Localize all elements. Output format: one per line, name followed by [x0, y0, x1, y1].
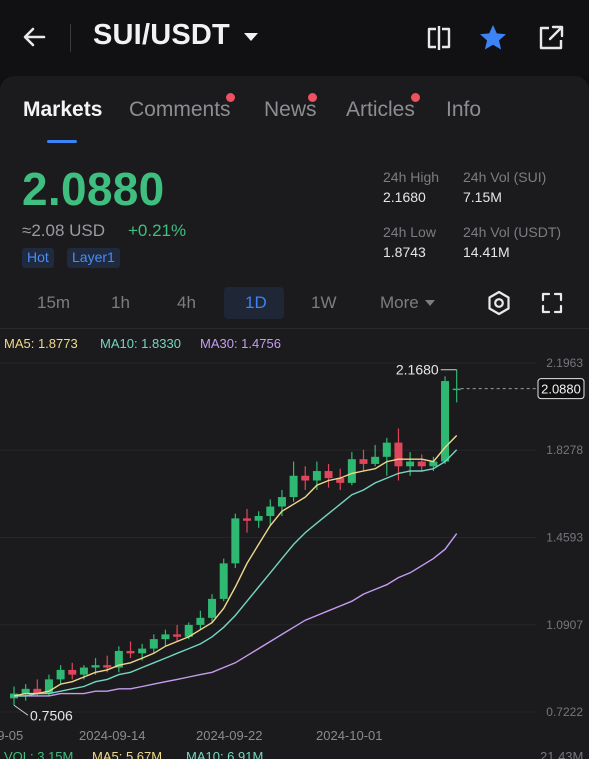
timeframe-15m[interactable]: 15m [37, 293, 70, 313]
fullscreen-icon[interactable] [540, 291, 564, 315]
compare-icon[interactable] [423, 22, 455, 54]
back-arrow-icon[interactable] [18, 20, 52, 54]
timeframe-1h[interactable]: 1h [111, 293, 130, 313]
x-tick-label: 09-05 [0, 728, 23, 743]
candle-body [324, 471, 333, 479]
stat-high-label: 24h High [383, 169, 440, 185]
timeframe-more[interactable]: More [380, 293, 419, 313]
notification-dot [411, 93, 420, 102]
x-tick-label: 2024-10-01 [316, 728, 383, 743]
volume-axis-label: 21.43M [540, 749, 584, 759]
chevron-down-icon[interactable] [425, 300, 435, 306]
tag-layer1[interactable]: Layer1 [67, 248, 120, 268]
candle-body [266, 506, 275, 517]
candle-body [103, 665, 112, 668]
candle-body [452, 388, 461, 391]
candle-body [394, 442, 403, 467]
high-annotation: 2.1680 [396, 362, 439, 378]
volume-ma5-legend: MA5: 5.67M [92, 749, 163, 759]
candle-body [208, 598, 217, 618]
candle-body [79, 667, 88, 675]
chevron-down-icon[interactable] [244, 33, 258, 41]
tab-comments[interactable]: Comments [129, 98, 231, 122]
candle-body [359, 459, 368, 464]
x-tick-label: 2024-09-14 [79, 728, 146, 743]
stat-vol-usdt-value: 14.41M [463, 244, 510, 260]
candle-body [406, 461, 415, 467]
candle-body [149, 639, 158, 649]
candlestick-chart[interactable]: 2.1963 1.8278 1.4593 1.0907 0.7222 2.1680 0.75… [0, 350, 589, 750]
candle-body [382, 442, 391, 457]
y-tick-label: 1.8278 [546, 443, 583, 457]
tab-info[interactable]: Info [446, 98, 481, 122]
low-annotation: 0.7506 [30, 707, 73, 723]
stat-low-value: 1.8743 [383, 244, 426, 260]
candle-body [417, 461, 426, 467]
stat-vol-usdt-label: 24h Vol (USDT) [463, 224, 562, 240]
candle-body [289, 475, 298, 498]
divider [70, 24, 71, 52]
tab-active-indicator [47, 140, 77, 143]
tab-articles[interactable]: Articles [346, 98, 415, 122]
candle-body [56, 669, 65, 680]
timeframe-1d[interactable]: 1D [245, 293, 267, 313]
stat-low-label: 24h Low [383, 224, 436, 240]
candle-body [161, 634, 170, 640]
ma5-legend: MA5: 1.8773 [4, 336, 78, 351]
y-tick-label: 0.7222 [546, 705, 583, 719]
share-icon[interactable] [535, 22, 567, 54]
volume-legend: VOL: 3.15M [4, 749, 74, 759]
notification-dot [308, 93, 317, 102]
timeframe-4h[interactable]: 4h [177, 293, 196, 313]
divider [0, 328, 589, 329]
y-tick-label: 2.1963 [546, 356, 583, 370]
top-bar: SUI/USDT [0, 0, 589, 76]
notification-dot [226, 93, 235, 102]
x-tick-label: 2024-09-22 [196, 728, 263, 743]
price-change: +0.21% [128, 221, 187, 240]
star-icon[interactable] [477, 22, 509, 54]
candle-body [301, 475, 310, 481]
tag-hot[interactable]: Hot [22, 248, 54, 268]
candle-body [196, 617, 205, 625]
indicator-settings-icon[interactable] [486, 290, 512, 316]
pair-title[interactable]: SUI/USDT [93, 19, 230, 52]
candle-body [173, 634, 182, 637]
stat-high-value: 2.1680 [383, 189, 426, 205]
candle-body [254, 516, 263, 521]
ma30-legend: MA30: 1.4756 [200, 336, 281, 351]
last-price: 2.0880 [22, 163, 165, 215]
candle-body [312, 471, 321, 481]
last-price-label: 2.0880 [541, 382, 581, 397]
candle-body [441, 381, 450, 462]
candle-body [347, 459, 356, 483]
ma10-line [14, 449, 458, 697]
low-marker-line [13, 704, 29, 716]
volume-ma10-legend: MA10: 6.91M [186, 749, 264, 759]
usd-price: ≈2.08 USD [22, 221, 106, 240]
candle-body [21, 688, 30, 694]
candle-body [231, 518, 240, 564]
candle-body [371, 456, 380, 464]
stat-vol-sui-value: 7.15M [463, 189, 502, 205]
timeframe-1w[interactable]: 1W [311, 293, 337, 313]
tab-markets[interactable]: Markets [23, 98, 102, 122]
tab-news[interactable]: News [264, 98, 317, 122]
candle-body [138, 648, 147, 654]
candle-body [68, 669, 77, 675]
stat-vol-sui-label: 24h Vol (SUI) [463, 169, 547, 185]
ma10-legend: MA10: 1.8330 [100, 336, 181, 351]
candle-body [219, 563, 228, 599]
candle-body [91, 665, 100, 668]
y-tick-label: 1.4593 [546, 530, 583, 544]
candle-body [126, 650, 135, 654]
candle-body [243, 518, 251, 521]
y-tick-label: 1.0907 [546, 618, 583, 632]
candle-body [277, 497, 286, 507]
